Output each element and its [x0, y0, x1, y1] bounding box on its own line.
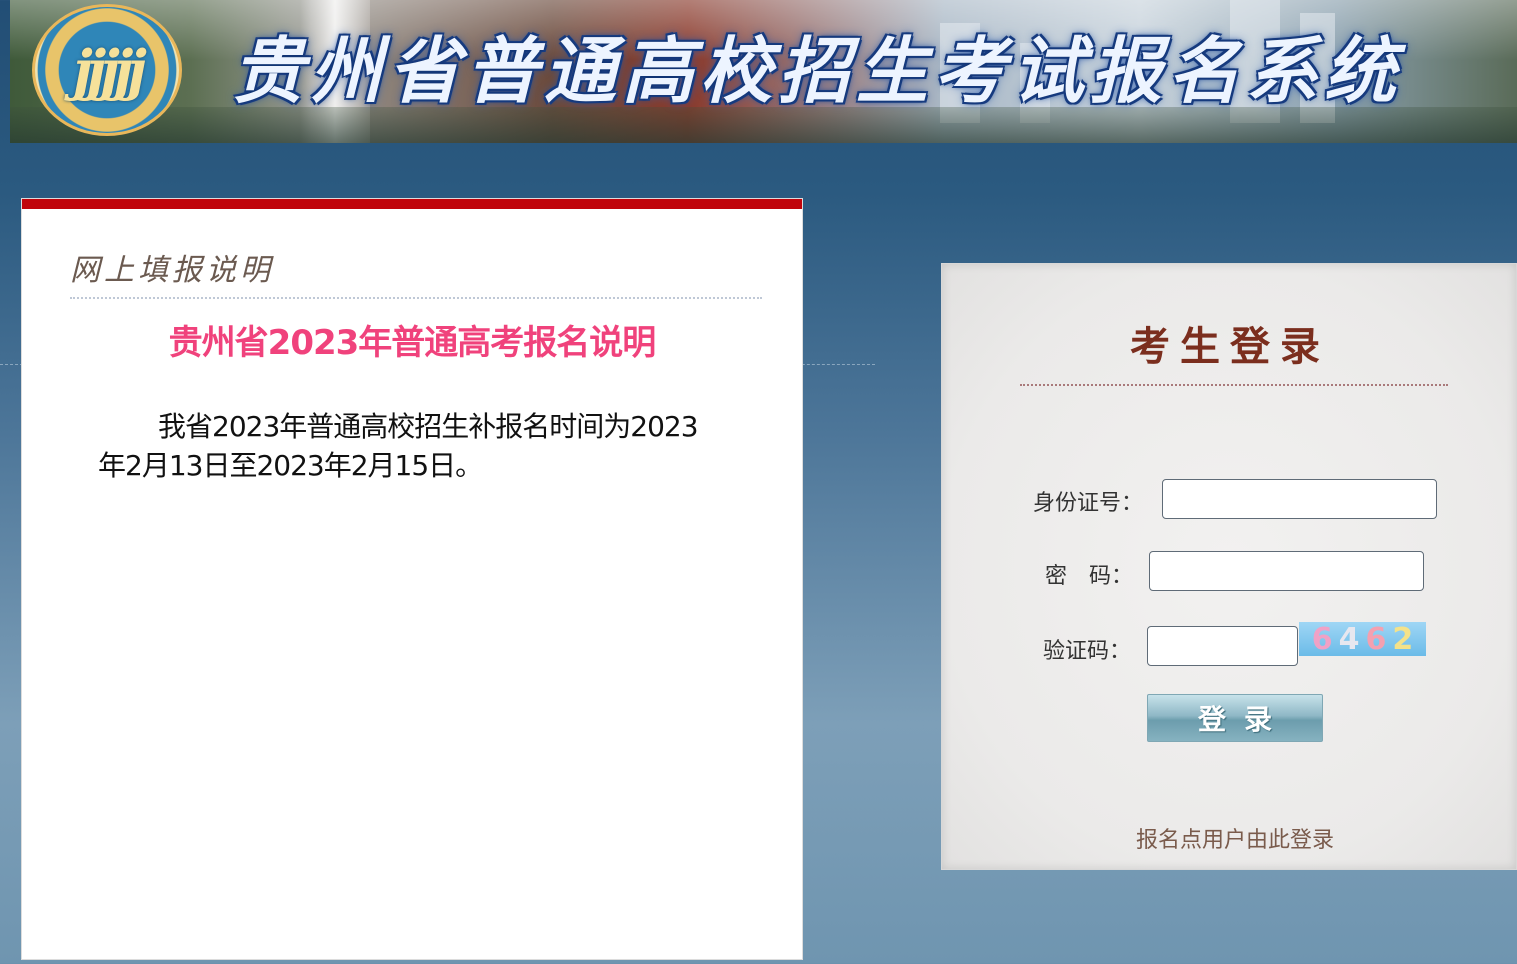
instructions-title: 贵州省2023年普通高考报名说明: [168, 323, 657, 363]
instructions-panel: 网上填报说明 贵州省2023年普通高考报名说明 我省2023年普通高校招生补报名…: [22, 199, 802, 959]
captcha-digit: 6: [1311, 621, 1333, 657]
id-number-input[interactable]: [1162, 479, 1437, 519]
login-panel: 考生登录 身份证号： 密 码： 验证码： 6 4 6 2 登录 报名点用户由此登…: [941, 263, 1517, 870]
login-divider: [1020, 384, 1448, 386]
captcha-label: 验证码：: [1043, 639, 1132, 664]
site-user-login-link[interactable]: 报名点用户由此登录: [942, 822, 1517, 854]
captcha-digit: 4: [1338, 621, 1360, 657]
instructions-body: 我省2023年普通高校招生补报名时间为2023年2月13日至2023年2月15日…: [98, 410, 699, 482]
captcha-digit: 2: [1392, 621, 1414, 657]
exam-authority-logo-icon: jjjjj: [32, 4, 182, 136]
instructions-divider: [70, 297, 762, 299]
login-button[interactable]: 登录: [1147, 694, 1323, 742]
captcha-digit: 6: [1365, 621, 1387, 657]
captcha-input[interactable]: [1147, 626, 1298, 666]
banner-title: 贵州省普通高校招生考试报名系统: [232, 28, 1403, 113]
password-label: 密 码：: [1045, 564, 1134, 589]
captcha-image[interactable]: 6 4 6 2: [1299, 621, 1426, 657]
logo-mark: jjjjj: [73, 38, 147, 102]
id-number-label: 身份证号：: [1033, 491, 1144, 516]
login-title: 考生登录: [1130, 323, 1330, 370]
header-banner: jjjjj 贵州省普通高校招生考试报名系统: [10, 0, 1517, 143]
instructions-header: 网上填报说明: [70, 253, 274, 288]
password-input[interactable]: [1149, 551, 1424, 591]
